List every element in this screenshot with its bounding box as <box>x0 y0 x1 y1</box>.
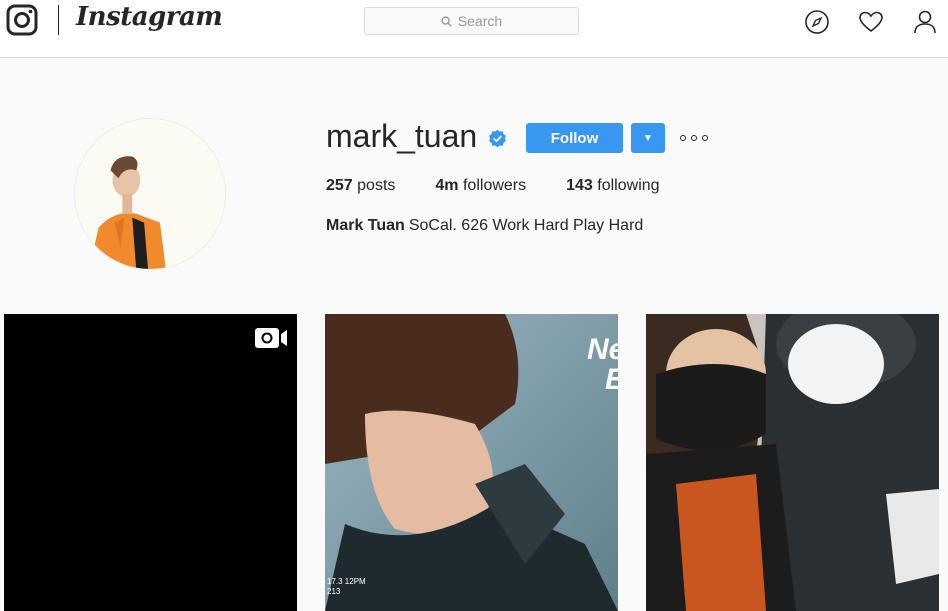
video-icon <box>255 328 287 348</box>
verified-badge-icon <box>489 129 506 148</box>
post-thumbnail[interactable] <box>4 314 297 611</box>
more-dot <box>702 135 708 141</box>
posts-count: 257 posts <box>326 177 395 195</box>
following-count[interactable]: 143 following <box>566 177 659 195</box>
post-image: Ne E 17.3 12PM 213 <box>325 314 618 611</box>
profile-icon[interactable] <box>912 9 938 35</box>
heart-icon[interactable] <box>858 9 884 35</box>
stat-number: 143 <box>566 177 593 194</box>
stat-label: posts <box>357 177 396 194</box>
profile-username: mark_tuan <box>326 118 478 154</box>
search-placeholder: Search <box>457 13 503 29</box>
post-thumbnail[interactable]: Ne E 17.3 12PM 213 <box>325 314 618 611</box>
svg-text:Ne: Ne <box>587 333 618 366</box>
stat-label: followers <box>462 177 527 194</box>
logo-divider <box>58 5 59 35</box>
profile-stats: 257 posts 4m followers 143 following <box>326 177 700 195</box>
post-image <box>646 314 939 611</box>
compass-icon[interactable] <box>804 9 830 35</box>
suggestions-dropdown-button[interactable]: ▼ <box>631 123 665 153</box>
search-input[interactable]: Search <box>364 7 579 35</box>
more-dot <box>691 135 697 141</box>
followers-count[interactable]: 4m followers <box>435 177 526 195</box>
bio-text: SoCal. 626 Work Hard Play Hard <box>408 217 644 234</box>
more-dot <box>680 135 686 141</box>
avatar-image <box>75 119 225 269</box>
profile-bio: Mark Tuan SoCal. 626 Work Hard Play Hard <box>326 217 643 235</box>
full-name: Mark Tuan <box>326 217 405 234</box>
stat-label: following <box>597 177 660 194</box>
more-options-icon[interactable] <box>680 128 708 148</box>
top-navigation-bar: Instagram Search <box>0 0 948 58</box>
svg-text:213: 213 <box>327 587 341 596</box>
instagram-camera-icon[interactable] <box>6 4 38 36</box>
follow-button[interactable]: Follow <box>526 123 623 153</box>
profile-avatar[interactable] <box>74 118 226 270</box>
post-thumbnail[interactable] <box>646 314 939 611</box>
svg-text:E: E <box>605 363 618 396</box>
search-icon <box>441 15 452 27</box>
instagram-wordmark[interactable]: Instagram <box>76 2 223 32</box>
stat-number: 4m <box>435 177 459 194</box>
svg-text:17.3 12PM: 17.3 12PM <box>327 577 366 586</box>
stat-number: 257 <box>326 177 353 194</box>
